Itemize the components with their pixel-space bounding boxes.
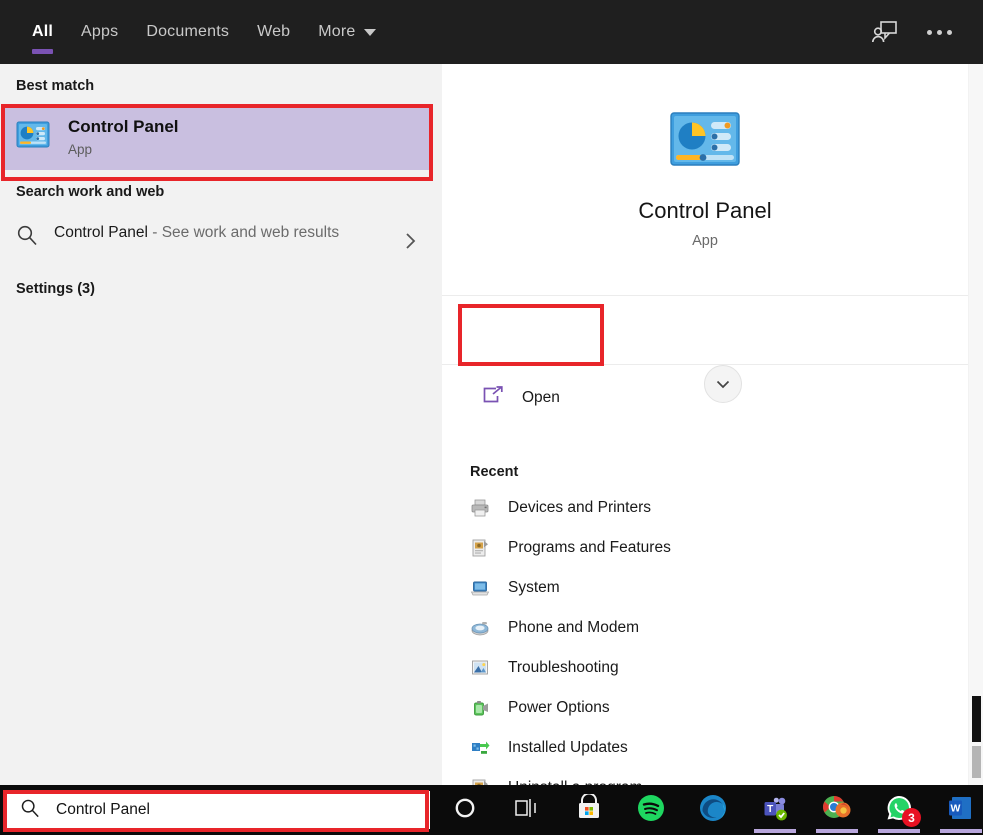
tab-all[interactable]: All (18, 0, 67, 64)
filter-tabs: All Apps Documents Web More (0, 0, 390, 64)
recent-item-label: Installed Updates (508, 739, 628, 757)
cortana-icon (453, 796, 477, 825)
taskbar-item-spotify[interactable] (626, 785, 676, 835)
taskbar-items: T (440, 785, 983, 835)
installed-updates-icon (470, 738, 490, 758)
preview-title: Control Panel (638, 198, 771, 224)
recent-item-uninstall-a-program[interactable]: Uninstall a program (442, 768, 968, 785)
recent-item-label: System (508, 579, 560, 597)
recent-item-troubleshooting[interactable]: Troubleshooting (442, 648, 968, 688)
open-action-label: Open (522, 389, 560, 407)
web-suggestion-text: Control Panel - See work and web results (54, 222, 339, 244)
best-match-subtitle: App (68, 142, 179, 157)
recent-item-phone-and-modem[interactable]: Phone and Modem (442, 608, 968, 648)
tab-more-label: More (318, 23, 355, 41)
tab-apps[interactable]: Apps (67, 0, 132, 64)
chevron-right-icon[interactable] (403, 230, 418, 257)
tab-documents[interactable]: Documents (132, 0, 243, 64)
web-suggestion-query: Control Panel (54, 224, 148, 241)
modem-icon (470, 618, 490, 638)
ellipsis-icon[interactable] (919, 12, 959, 52)
edge-icon (699, 794, 727, 827)
preview-hero: Control Panel App (442, 64, 968, 296)
troubleshooting-icon (470, 658, 490, 678)
best-match-title: Control Panel (68, 117, 179, 137)
open-external-icon (482, 386, 504, 411)
expand-actions-button[interactable] (704, 365, 742, 403)
control-panel-icon (670, 111, 740, 172)
recent-item-programs-and-features[interactable]: Programs and Features (442, 528, 968, 568)
spotify-icon (637, 794, 665, 827)
windows-search-overlay: All Apps Documents Web More (0, 0, 983, 835)
best-match-heading: Best match (0, 64, 434, 104)
tab-more[interactable]: More (304, 0, 389, 64)
preview-scrollbar[interactable] (969, 64, 983, 785)
search-input-value: Control Panel (56, 801, 150, 819)
word-icon: W (947, 794, 975, 827)
control-panel-icon (16, 120, 50, 155)
scrollbar-thumb-secondary[interactable] (972, 746, 981, 778)
chevron-down-icon (713, 374, 733, 394)
recent-item-system[interactable]: System (442, 568, 968, 608)
system-icon (470, 578, 490, 598)
web-section-heading: Search work and web (0, 170, 434, 210)
recent-item-devices-and-printers[interactable]: Devices and Printers (442, 488, 968, 528)
teams-icon: T (761, 794, 789, 827)
tab-documents-label: Documents (146, 23, 229, 41)
settings-section-heading: Settings (3) (0, 267, 434, 307)
taskbar-item-microsoft-word[interactable]: W (936, 785, 983, 835)
preview-subtitle: App (692, 233, 718, 249)
programs-icon (470, 538, 490, 558)
preview-pane: Control Panel App Open Recent (442, 64, 968, 785)
actions-divider (442, 364, 968, 365)
uninstall-icon (470, 778, 490, 785)
taskbar-item-microsoft-store[interactable] (564, 785, 614, 835)
taskbar-item-task-view[interactable] (502, 785, 552, 835)
results-pane: Best match Cont (0, 64, 434, 785)
taskbar-item-google-chrome[interactable] (812, 785, 862, 835)
recent-item-label: Programs and Features (508, 539, 671, 557)
recent-heading: Recent (442, 442, 968, 488)
open-action-button[interactable]: Open (468, 376, 582, 420)
tab-web[interactable]: Web (243, 0, 304, 64)
best-match-text: Control Panel App (68, 117, 179, 156)
search-icon (16, 224, 38, 251)
web-search-suggestion[interactable]: Control Panel - See work and web results (0, 210, 434, 267)
search-icon (20, 798, 40, 823)
recent-item-label: Devices and Printers (508, 499, 651, 517)
scrollbar-thumb[interactable] (972, 696, 981, 742)
recent-item-installed-updates[interactable]: Installed Updates (442, 728, 968, 768)
taskbar-item-cortana[interactable] (440, 785, 490, 835)
best-match-result[interactable]: Control Panel App (2, 104, 432, 170)
status-badge: 3 (902, 808, 921, 827)
printer-icon (470, 498, 490, 518)
recent-item-power-options[interactable]: Power Options (442, 688, 968, 728)
power-options-icon (470, 698, 490, 718)
tab-apps-label: Apps (81, 23, 118, 41)
recent-item-label: Power Options (508, 699, 610, 717)
chrome-icon (822, 794, 852, 827)
svg-text:W: W (951, 802, 961, 814)
taskbar-item-whatsapp[interactable]: 3 (874, 785, 924, 835)
taskbar-item-microsoft-edge[interactable] (688, 785, 738, 835)
web-suggestion-suffix: - See work and web results (148, 224, 339, 241)
tab-web-label: Web (257, 23, 290, 41)
person-feedback-icon[interactable] (865, 12, 905, 52)
recent-item-label: Phone and Modem (508, 619, 639, 637)
taskbar-search-box[interactable]: Control Panel (6, 791, 430, 829)
taskbar: Control Panel (0, 785, 983, 835)
task-view-icon (514, 797, 540, 824)
microsoft-store-icon (575, 794, 603, 827)
recent-item-label: Troubleshooting (508, 659, 619, 677)
tab-all-label: All (32, 23, 53, 41)
search-filter-bar: All Apps Documents Web More (0, 0, 983, 64)
topbar-actions (865, 12, 983, 52)
chevron-down-icon (364, 29, 376, 36)
svg-text:T: T (767, 804, 773, 815)
taskbar-item-microsoft-teams[interactable]: T (750, 785, 800, 835)
